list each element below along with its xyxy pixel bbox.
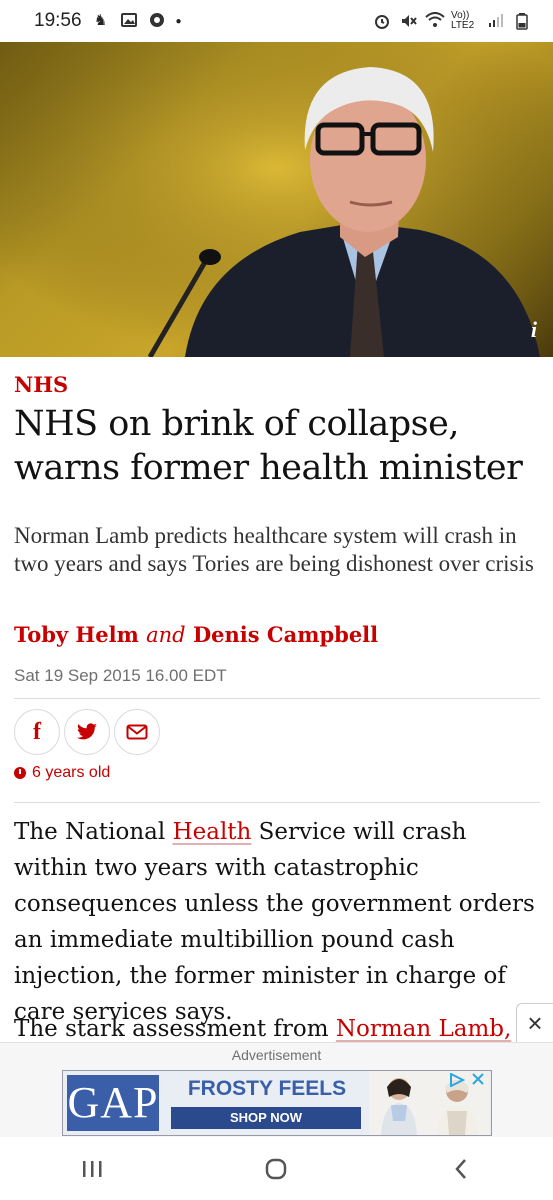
ad-label: Advertisement	[231, 1047, 322, 1063]
status-bar-left: 19:56 ♞ ●	[34, 10, 182, 32]
share-facebook-button[interactable]: f	[14, 709, 60, 755]
recent-apps-icon	[83, 1160, 102, 1177]
divider	[14, 698, 540, 699]
home-icon	[266, 1158, 287, 1179]
adchoices-icon[interactable]	[449, 1072, 467, 1089]
author-link-denis-campbell[interactable]: Denis Campbell	[193, 622, 378, 647]
ad-dismiss-icon[interactable]	[469, 1072, 487, 1088]
notification-icon: ♞	[93, 12, 108, 29]
gallery-icon	[120, 12, 138, 30]
section-kicker[interactable]: NHS	[14, 372, 68, 397]
byline-and: and	[146, 623, 186, 647]
recent-apps-button[interactable]	[62, 1147, 122, 1191]
status-time: 19:56	[34, 10, 82, 31]
wifi-icon	[425, 12, 445, 30]
share-buttons: f	[14, 709, 160, 755]
article-headline: NHS on brink of collapse, warns former h…	[14, 404, 523, 488]
alarm-icon	[373, 12, 391, 30]
article-age-label: 6 years old	[32, 764, 111, 781]
article-hero-image[interactable]: i	[0, 42, 553, 357]
close-icon: ×	[527, 1007, 543, 1038]
more-dot-icon: ●	[175, 15, 182, 27]
article-standfirst: Norman Lamb predicts healthcare system w…	[14, 523, 534, 576]
twitter-icon	[77, 723, 97, 740]
image-info-icon[interactable]: i	[531, 317, 537, 343]
clock-icon	[14, 767, 26, 779]
article-dateline: Sat 19 Sep 2015 16.00 EDT	[14, 666, 227, 685]
status-bar-right: Vo)) LTE2	[373, 11, 531, 31]
advertisement: Advertisement GAP FROSTY FEELS SHOP NOW	[0, 1042, 553, 1138]
paragraph-text: The National	[14, 819, 173, 845]
status-bar: 19:56 ♞ ● Vo)) LTE2	[0, 0, 553, 42]
signal-icon	[487, 12, 505, 30]
mute-icon	[399, 12, 417, 30]
android-nav-bar	[0, 1137, 553, 1200]
share-email-button[interactable]	[114, 709, 160, 755]
network-label: Vo)) LTE2	[451, 10, 475, 31]
article-paragraph: The National Health Service will crash w…	[14, 814, 544, 1030]
ad-shop-now-button[interactable]: SHOP NOW	[171, 1107, 361, 1129]
author-link-toby-helm[interactable]: Toby Helm	[14, 622, 139, 647]
chrome-icon	[148, 12, 166, 30]
ad-headline: FROSTY FEELS	[187, 1077, 347, 1100]
facebook-icon: f	[33, 718, 41, 745]
paragraph-text: Service will crash within two years with…	[14, 819, 535, 1025]
divider	[14, 802, 540, 803]
article-age: 6 years old	[14, 764, 110, 782]
ad-close-button[interactable]: ×	[516, 1003, 553, 1043]
battery-icon	[513, 12, 531, 30]
link-norman-lamb[interactable]: Norman Lamb,	[336, 1016, 511, 1042]
paragraph-text: The stark assessment from	[14, 1016, 336, 1042]
back-button[interactable]	[431, 1147, 491, 1191]
gap-logo: GAP	[67, 1075, 159, 1131]
article-paragraph: The stark assessment from Norman Lamb,	[14, 1011, 544, 1045]
email-icon	[126, 724, 148, 740]
home-button[interactable]	[246, 1147, 306, 1191]
byline: Toby Helm and Denis Campbell	[14, 622, 378, 647]
speaker-photo	[0, 42, 553, 357]
share-twitter-button[interactable]	[64, 709, 110, 755]
link-health[interactable]: Health	[173, 819, 252, 845]
ad-banner[interactable]: GAP FROSTY FEELS SHOP NOW	[62, 1070, 492, 1136]
back-icon	[455, 1158, 466, 1179]
